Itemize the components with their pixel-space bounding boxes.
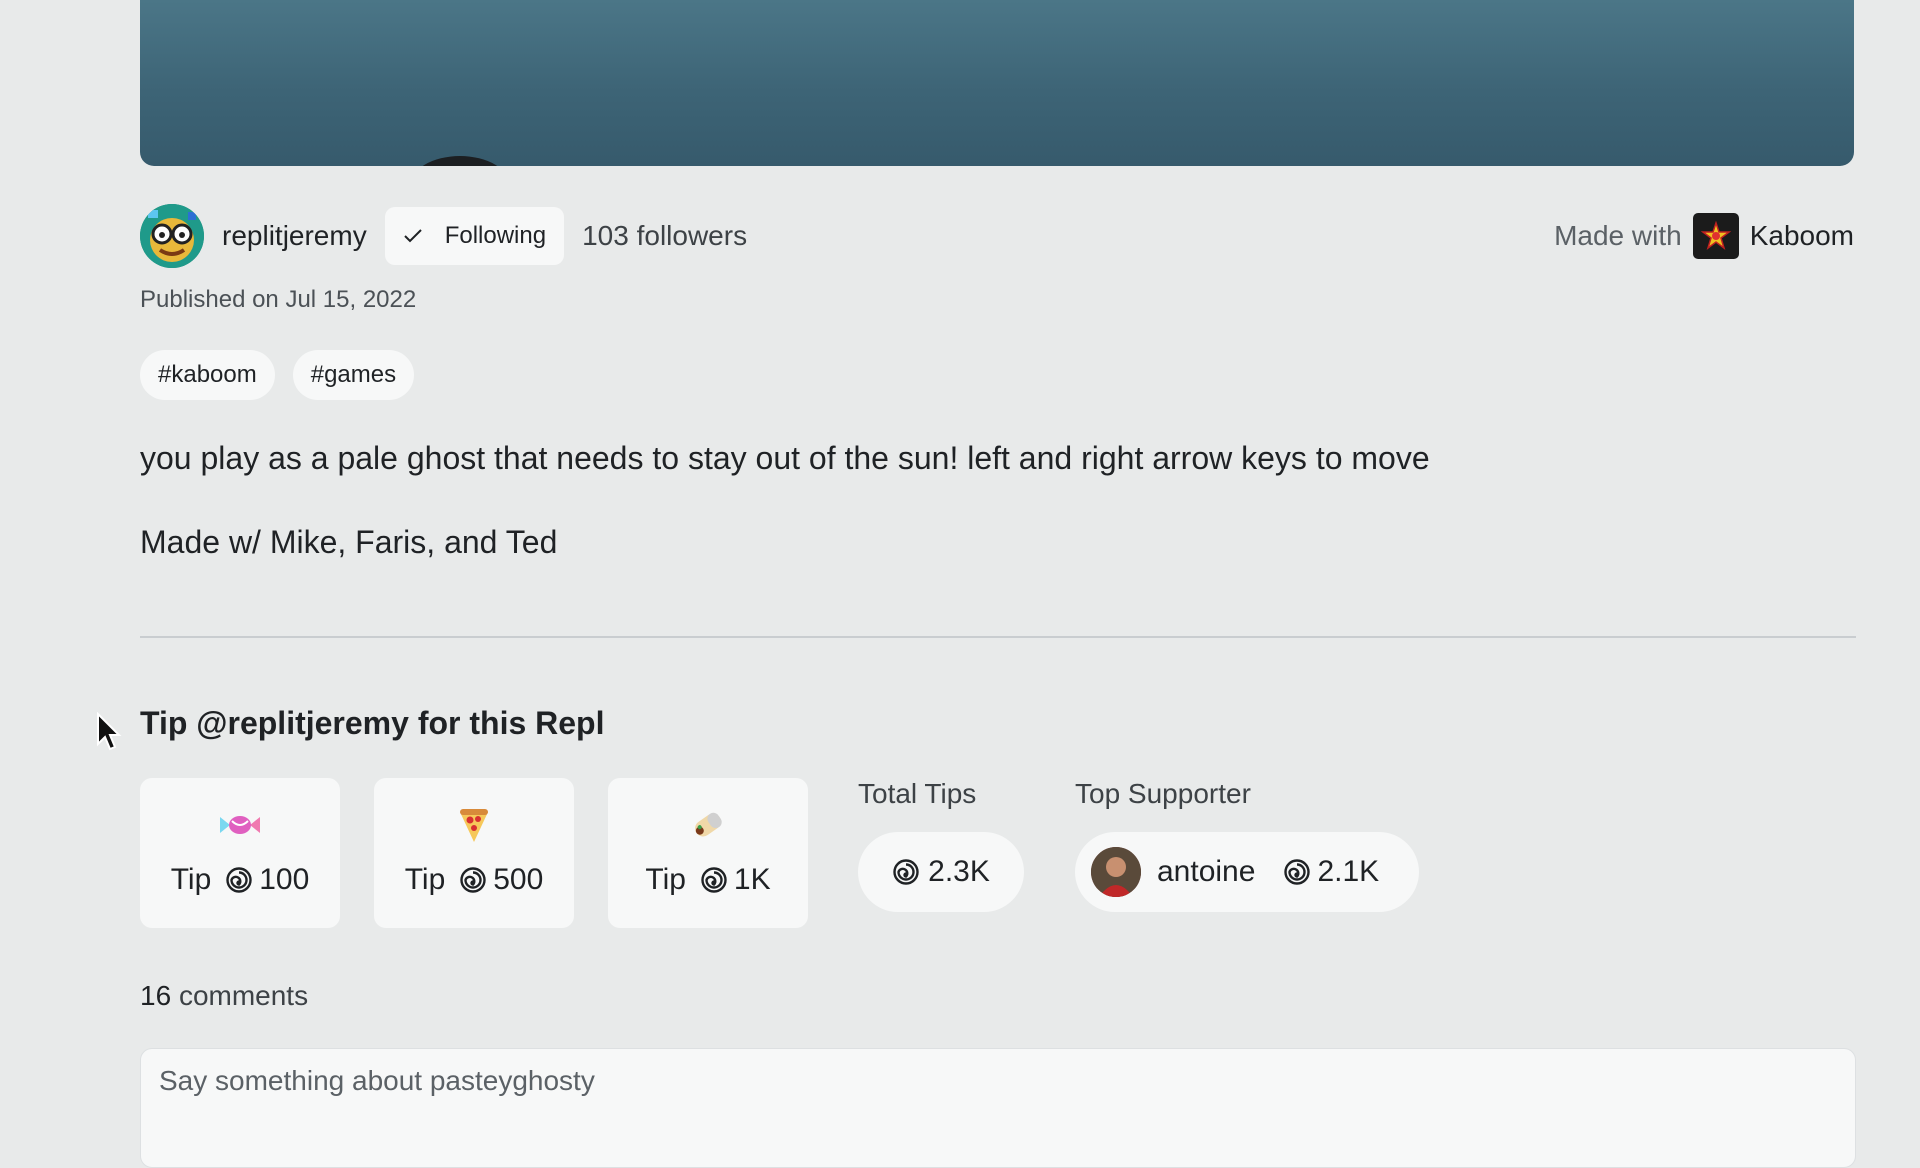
supporter-avatar xyxy=(1091,847,1141,897)
cover-image xyxy=(140,0,1854,166)
cycles-icon xyxy=(700,866,728,894)
following-label: Following xyxy=(444,222,547,249)
tag-list: #kaboom #games xyxy=(140,350,415,400)
description-credits: Made w/ Mike, Faris, and Ted xyxy=(140,524,558,560)
total-tips-label: Total Tips xyxy=(858,778,977,809)
following-button[interactable]: Following xyxy=(384,207,565,265)
made-with-label: Made with xyxy=(1554,220,1682,251)
published-date: Published on Jul 15, 2022 xyxy=(140,286,417,313)
author-row: replitjeremy Following 103 followers Mad… xyxy=(140,204,1854,268)
made-with-tool[interactable]: Kaboom xyxy=(1750,220,1854,252)
mouse-cursor-icon xyxy=(96,711,122,757)
cycles-icon xyxy=(892,858,920,886)
tip-amount: 500 xyxy=(493,863,544,896)
tag-games[interactable]: #games xyxy=(292,350,415,400)
cycles-icon xyxy=(225,866,253,894)
tip-label: Tip xyxy=(645,863,686,896)
check-icon xyxy=(403,228,423,244)
candy-icon xyxy=(218,805,262,845)
pizza-icon xyxy=(456,805,492,845)
total-tips-value: 2.3K xyxy=(928,855,990,888)
tip-amount: 100 xyxy=(259,863,310,896)
cycles-icon xyxy=(1283,858,1311,886)
tip-1k-button[interactable]: Tip 1K xyxy=(608,778,808,928)
total-tips-pill: 2.3K xyxy=(858,832,1024,912)
comments-count: 16 comments xyxy=(140,980,308,1012)
description-line: you play as a pale ghost that needs to s… xyxy=(140,440,1430,476)
tip-500-button[interactable]: Tip 500 xyxy=(374,778,574,928)
tip-label: Tip xyxy=(170,863,212,896)
tip-amount: 1K xyxy=(733,863,771,896)
comment-input[interactable] xyxy=(140,1048,1856,1168)
top-supporter-pill[interactable]: antoine 2.1K xyxy=(1075,832,1419,912)
made-with: Made with Kaboom xyxy=(1554,213,1854,259)
tip-100-button[interactable]: Tip 100 xyxy=(140,778,340,928)
kaboom-logo-icon xyxy=(1692,213,1739,259)
divider xyxy=(140,636,1856,638)
followers-count[interactable]: 103 followers xyxy=(582,220,747,252)
top-supporter-name: antoine xyxy=(1157,855,1256,888)
top-supporter-label: Top Supporter xyxy=(1075,778,1251,809)
author-username[interactable]: replitjeremy xyxy=(222,220,367,252)
cover-image-character xyxy=(410,156,510,166)
comments-count-number: 16 xyxy=(140,980,172,1011)
cycles-icon xyxy=(459,866,487,894)
top-supporter-value: 2.1K xyxy=(1317,855,1380,888)
tip-heading: Tip @replitjeremy for this Repl xyxy=(140,705,605,741)
comments-count-label: comments xyxy=(178,980,309,1011)
tip-label: Tip xyxy=(404,863,446,896)
author-avatar[interactable] xyxy=(140,204,204,268)
burrito-icon xyxy=(688,805,728,845)
tag-kaboom[interactable]: #kaboom xyxy=(140,350,275,400)
